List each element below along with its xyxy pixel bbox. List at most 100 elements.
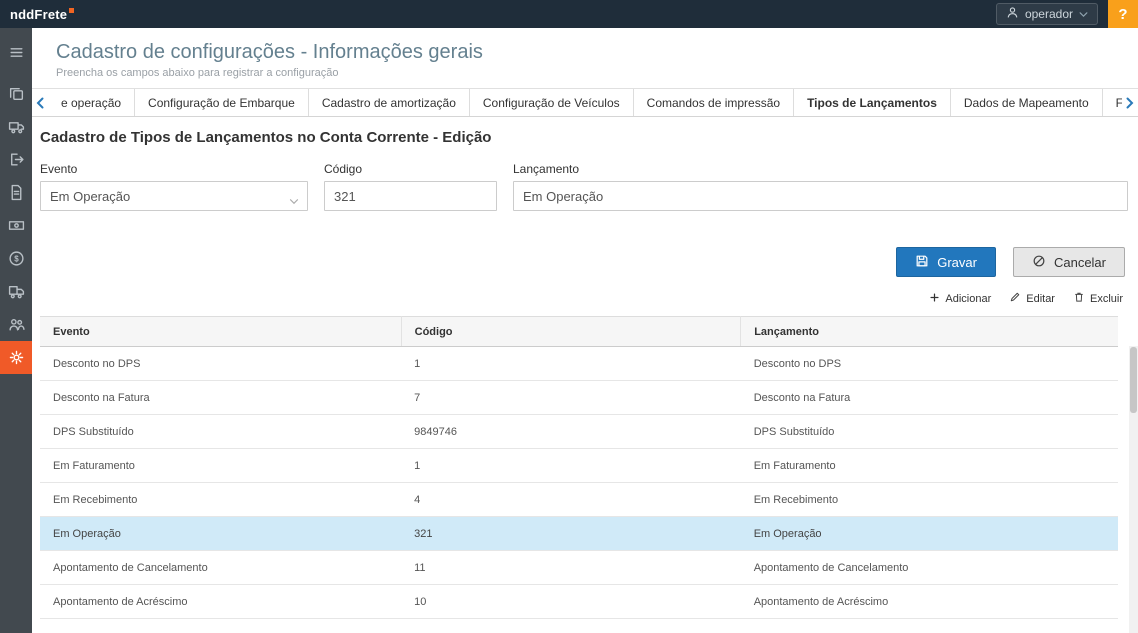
lancamento-field-group: Lançamento	[513, 162, 1128, 211]
page-header: Cadastro de configurações - Informações …	[32, 28, 1138, 88]
evento-label: Evento	[40, 162, 308, 176]
table-cell: Apontamento de Acréscimo	[741, 585, 1118, 619]
cancelar-button[interactable]: Cancelar	[1013, 247, 1125, 277]
banknote-icon[interactable]	[0, 209, 32, 242]
gear-icon[interactable]	[0, 341, 32, 374]
table-cell: Apontamento de Cancelamento	[741, 551, 1118, 585]
delivery-truck-icon[interactable]	[0, 275, 32, 308]
table-header-row: EventoCódigoLançamento	[40, 317, 1118, 347]
table-cell: Desconto no DPS	[741, 347, 1118, 381]
excluir-action[interactable]: Excluir	[1073, 291, 1123, 306]
tabs-scroll-right-icon[interactable]	[1122, 89, 1138, 116]
tab-3[interactable]: Configuração de Veículos	[470, 89, 634, 116]
table-cell: Em Operação	[40, 517, 401, 551]
main-area: Cadastro de configurações - Informações …	[32, 28, 1138, 633]
tab-5[interactable]: Tipos de Lançamentos	[794, 89, 951, 116]
topbar-right: operador ?	[996, 0, 1138, 28]
page-title: Cadastro de configurações - Informações …	[56, 38, 1128, 66]
tab-4[interactable]: Comandos de impressão	[634, 89, 794, 116]
table-row[interactable]: Desconto no DPS1Desconto no DPS	[40, 347, 1118, 381]
pencil-icon	[1009, 291, 1021, 306]
vertical-scrollbar[interactable]	[1129, 346, 1138, 633]
table-cell: DPS Substituído	[741, 415, 1118, 449]
gravar-button[interactable]: Gravar	[896, 247, 996, 277]
tab-bar-items: e operaçãoConfiguração de EmbarqueCadast…	[48, 89, 1122, 116]
tab-2[interactable]: Cadastro de amortização	[309, 89, 470, 116]
table-cell: 7	[401, 381, 741, 415]
table-cell: 1	[401, 347, 741, 381]
users-icon[interactable]	[0, 308, 32, 341]
column-header[interactable]: Lançamento	[741, 317, 1118, 347]
help-button[interactable]: ?	[1108, 0, 1138, 28]
copy-icon[interactable]	[0, 77, 32, 110]
tab-bar: e operaçãoConfiguração de EmbarqueCadast…	[32, 88, 1138, 117]
table-body: Desconto no DPS1Desconto no DPSDesconto …	[40, 347, 1118, 619]
table-row[interactable]: Apontamento de Cancelamento11Apontamento…	[40, 551, 1118, 585]
scrollbar-thumb[interactable]	[1130, 347, 1137, 413]
brand: nddFrete	[0, 0, 74, 28]
content: Cadastro de Tipos de Lançamentos no Cont…	[32, 117, 1138, 619]
document-icon[interactable]	[0, 176, 32, 209]
lancamentos-table: EventoCódigoLançamento Desconto no DPS1D…	[40, 316, 1118, 619]
table-row[interactable]: Em Operação321Em Operação	[40, 517, 1118, 551]
table-row[interactable]: Em Recebimento4Em Recebimento	[40, 483, 1118, 517]
section-title: Cadastro de Tipos de Lançamentos no Cont…	[40, 129, 1128, 146]
cancel-icon	[1032, 254, 1046, 271]
evento-field-group: Evento Em Operação	[40, 162, 308, 211]
table-cell: 321	[401, 517, 741, 551]
app-body: $ Cadastro de configurações - Informaçõe…	[0, 28, 1138, 633]
export-icon[interactable]	[0, 143, 32, 176]
lancamento-label: Lançamento	[513, 162, 1128, 176]
column-header[interactable]: Evento	[40, 317, 401, 347]
button-row: Gravar Cancelar	[40, 247, 1128, 277]
tab-7[interactable]: Faixas de Aging	[1103, 89, 1122, 116]
svg-text:$: $	[14, 254, 19, 263]
tab-1[interactable]: Configuração de Embarque	[135, 89, 309, 116]
user-label: operador	[1025, 7, 1073, 21]
table-cell: Desconto na Fatura	[741, 381, 1118, 415]
table-cell: Em Faturamento	[741, 449, 1118, 483]
editar-label: Editar	[1026, 293, 1055, 305]
codigo-label: Código	[324, 162, 497, 176]
table-cell: Em Operação	[741, 517, 1118, 551]
cancelar-label: Cancelar	[1054, 255, 1106, 270]
table-row[interactable]: Desconto na Fatura7Desconto na Fatura	[40, 381, 1118, 415]
excluir-label: Excluir	[1090, 293, 1123, 305]
save-icon	[915, 254, 929, 271]
app-window: nddFrete operador ? $ Cadastro de config…	[0, 0, 1138, 633]
user-menu[interactable]: operador	[996, 3, 1098, 25]
edit-form: Evento Em Operação Código Lançamento	[40, 162, 1128, 211]
table-row[interactable]: Apontamento de Acréscimo10Apontamento de…	[40, 585, 1118, 619]
evento-select[interactable]: Em Operação	[40, 181, 308, 211]
chevron-down-icon	[1079, 7, 1088, 21]
topbar: nddFrete operador ?	[0, 0, 1138, 28]
adicionar-label: Adicionar	[945, 293, 991, 305]
table-cell: 11	[401, 551, 741, 585]
codigo-field-group: Código	[324, 162, 497, 211]
money-clock-icon[interactable]: $	[0, 242, 32, 275]
tab-6[interactable]: Dados de Mapeamento	[951, 89, 1103, 116]
table-cell: Em Recebimento	[40, 483, 401, 517]
table-actions: Adicionar Editar Excluir	[40, 291, 1128, 306]
chevron-down-icon	[289, 193, 299, 208]
table-cell: Em Recebimento	[741, 483, 1118, 517]
trash-icon	[1073, 291, 1085, 306]
table-row[interactable]: DPS Substituído9849746DPS Substituído	[40, 415, 1118, 449]
table-cell: 4	[401, 483, 741, 517]
editar-action[interactable]: Editar	[1009, 291, 1055, 306]
codigo-input[interactable]	[324, 181, 497, 211]
adicionar-action[interactable]: Adicionar	[929, 292, 991, 306]
brand-mark-icon	[69, 8, 74, 13]
menu-icon[interactable]	[0, 36, 32, 69]
truck-icon[interactable]	[0, 110, 32, 143]
help-label: ?	[1118, 6, 1127, 23]
tab-0[interactable]: e operação	[48, 89, 135, 116]
lancamento-input[interactable]	[513, 181, 1128, 211]
user-icon	[1006, 6, 1019, 22]
table-cell: Apontamento de Acréscimo	[40, 585, 401, 619]
sidebar: $	[0, 28, 32, 633]
column-header[interactable]: Código	[401, 317, 741, 347]
evento-selected-value: Em Operação	[50, 189, 130, 204]
tabs-scroll-left-icon[interactable]	[32, 89, 48, 116]
table-row[interactable]: Em Faturamento1Em Faturamento	[40, 449, 1118, 483]
